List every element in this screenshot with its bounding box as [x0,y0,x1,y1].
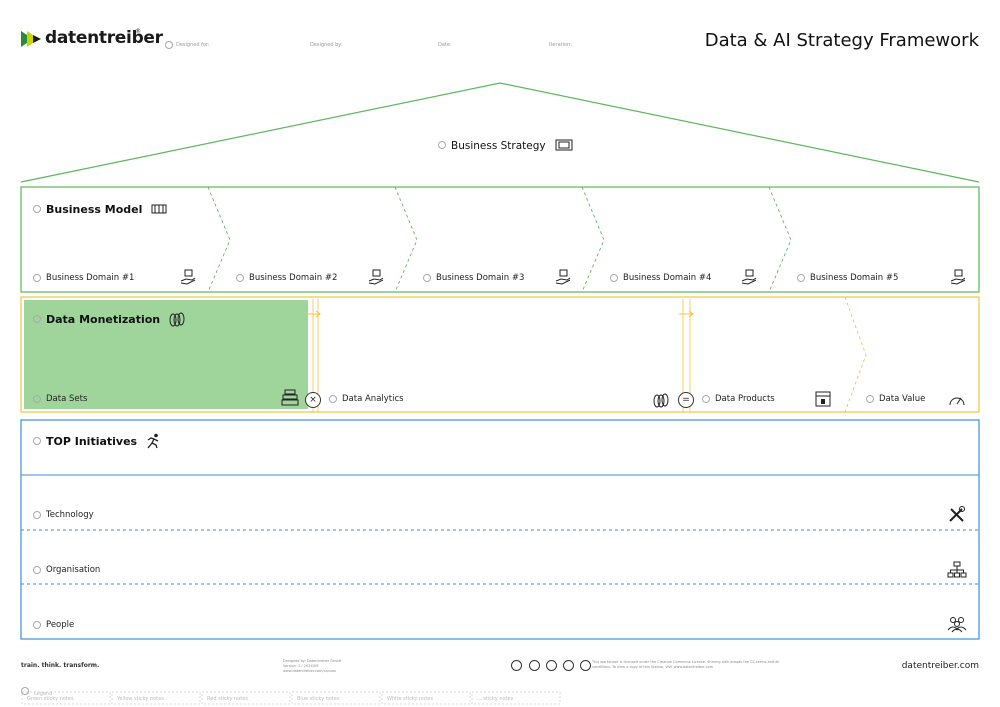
data-products-label: Data Products [715,394,775,404]
domain-divider [768,186,792,293]
business-domain-5[interactable]: Business Domain #5 [797,273,898,283]
domain-hand-icon [741,269,757,285]
site-url[interactable]: datentreiber.com [902,661,979,671]
nc-icon [546,660,557,671]
by-icon [529,660,540,671]
domain-hand-icon [555,269,571,285]
legend-item: Red sticky notes [207,696,248,702]
domain-hand-icon [180,269,196,285]
people-icon [947,617,967,633]
nd-icon [580,660,591,671]
sa-icon [563,660,574,671]
initiatives-label: TOP Initiatives [46,435,138,448]
credits: Designed by: Datentreiber GmbH Version: … [283,659,403,674]
tagline: train. think. transform. [21,662,100,669]
legend-item: Yellow sticky notes [117,696,164,702]
step-number-icon [33,204,41,213]
tools-icon [949,506,965,522]
business-domain-label: Business Domain #2 [249,273,338,283]
step-number-icon [33,436,41,445]
business-model-label: Business Model [46,203,143,216]
data-value[interactable]: Data Value [866,394,925,404]
row-label: People [46,620,75,630]
initiative-row-people[interactable]: People [33,620,74,630]
step-number-icon [438,140,446,149]
step-number-icon [329,394,337,403]
business-domain-label: Business Domain #1 [46,273,135,283]
strategy-icon [555,139,573,150]
business-model-icon [151,204,167,213]
domain-divider [207,186,231,293]
domain-divider [581,186,605,293]
business-model-header: Business Model [33,198,167,217]
multiply-operator: × [305,392,321,408]
step-number-icon [797,273,805,282]
data-value-label: Data Value [879,394,926,404]
data-monetization-label: Data Monetization [46,313,161,326]
step-number-icon [866,394,874,403]
step-number-icon [21,686,29,695]
row-label: Technology [46,510,94,520]
initiatives-box [20,419,980,640]
domain-divider [394,186,418,293]
initiatives-header: TOP Initiatives [33,430,161,449]
business-domain-2[interactable]: Business Domain #2 [236,273,337,283]
step-number-icon [33,620,41,629]
roof-outline [20,82,980,183]
data-sets[interactable]: Data Sets [33,394,87,404]
step-number-icon [610,273,618,282]
step-number-icon [33,314,41,323]
data-stack-icon [281,389,299,406]
legend-item: Blue sticky notes [297,696,340,702]
step-number-icon [33,394,41,403]
credit-line: www.datentreiber.com/canvas [283,669,336,673]
org-chart-icon [947,561,967,578]
product-box-icon [815,391,831,407]
gauge-icon [949,397,965,406]
data-monetization-header: Data Monetization [33,308,186,327]
data-analytics-label: Data Analytics [342,394,404,404]
data-sets-label: Data Sets [46,394,88,404]
business-domain-label: Business Domain #3 [436,273,525,283]
value-divider [844,296,867,413]
data-analytics[interactable]: Data Analytics [329,394,404,404]
business-domain-3[interactable]: Business Domain #3 [423,273,524,283]
business-domain-4[interactable]: Business Domain #4 [610,273,711,283]
step-number-icon [33,273,41,282]
business-strategy-label: Business Strategy [451,140,546,152]
license-icons [511,660,591,672]
business-domain-label: Business Domain #5 [810,273,899,283]
data-products[interactable]: Data Products [702,394,775,404]
cc-icon [511,660,522,671]
initiative-row-technology[interactable]: Technology [33,510,94,520]
equals-operator: = [678,392,694,408]
business-domain-label: Business Domain #4 [623,273,712,283]
initiative-row-organisation[interactable]: Organisation [33,565,100,575]
license-text: This worksheet is licensed under the Cre… [592,660,780,669]
coins-icon [169,312,185,326]
domain-hand-icon [950,269,966,285]
step-number-icon [33,565,41,574]
legend-item: White sticky notes [387,696,433,702]
runner-icon [147,433,159,448]
step-number-icon [423,273,431,282]
domain-hand-icon [368,269,384,285]
step-number-icon [236,273,244,282]
business-domain-1[interactable]: Business Domain #1 [33,273,134,283]
legend-item: Green sticky notes [27,696,74,702]
row-label: Organisation [46,565,101,575]
step-number-icon [702,394,710,403]
analytics-coins-icon [653,393,669,408]
business-strategy: Business Strategy [438,134,573,152]
step-number-icon [33,510,41,519]
framework-diagram [20,82,980,705]
legend-item: ... sticky notes [477,696,514,702]
